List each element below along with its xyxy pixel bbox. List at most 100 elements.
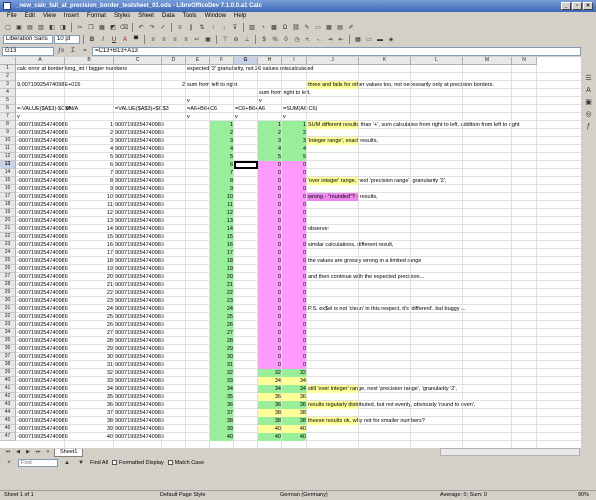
cell-a10[interactable]: -9007199254740986 [16, 137, 69, 145]
cell-h16[interactable]: 0 [258, 185, 282, 193]
cell-h27[interactable]: 0 [258, 273, 282, 281]
cell-c44[interactable]: 9007199254740986 [114, 409, 165, 417]
cell-a43[interactable]: -9007199254740986 [16, 401, 69, 409]
cell-a17[interactable]: -9007199254740986 [16, 193, 69, 201]
close-find-icon[interactable]: × [4, 458, 14, 467]
print-icon[interactable]: ◧ [47, 23, 57, 32]
find-input[interactable]: Find [18, 458, 58, 467]
cell-j8[interactable]: SUM different results than '+', sum calc… [307, 121, 520, 129]
cell-h39[interactable]: 32 [258, 369, 282, 377]
column-header-n[interactable]: N [512, 57, 537, 65]
row-header-24[interactable]: 24 [0, 249, 16, 257]
cut-icon[interactable]: ✂ [75, 23, 85, 32]
cell-f18[interactable]: 11 [210, 201, 234, 209]
navigator-icon[interactable]: ◎ [584, 110, 594, 120]
cell-i24[interactable]: 0 [282, 249, 307, 257]
column-header-l[interactable]: L [411, 57, 463, 65]
cell-a9[interactable]: -9007199254740986 [16, 129, 69, 137]
last-sheet-icon[interactable]: ⏭ [34, 449, 42, 456]
column-header-m[interactable]: M [463, 57, 512, 65]
column-header-f[interactable]: F [210, 57, 234, 65]
cell-i41[interactable]: 34 [282, 385, 307, 393]
cell-f25[interactable]: 18 [210, 257, 234, 265]
cell-c38[interactable]: 9007199254740986 [114, 361, 165, 369]
special-char-icon[interactable]: Ω [280, 23, 290, 32]
cell-a41[interactable]: -9007199254740986 [16, 385, 69, 393]
cell-i25[interactable]: 0 [282, 257, 307, 265]
cell-h45[interactable]: 38 [258, 417, 282, 425]
cell-i8[interactable]: 1 [282, 121, 307, 129]
cell-f8[interactable]: 1 [210, 121, 234, 129]
cell-a3[interactable]: 9,00719925474098E+015 [16, 81, 81, 89]
function-wizard-icon[interactable]: ƒx [56, 47, 66, 56]
cell-f30[interactable]: 23 [210, 297, 234, 305]
cell-h41[interactable]: 34 [258, 385, 282, 393]
cell-b21[interactable]: 14 [65, 225, 114, 233]
cell-h12[interactable]: 5 [258, 153, 282, 161]
cell-i11[interactable]: 4 [282, 145, 307, 153]
cell-h47[interactable]: 40 [258, 433, 282, 441]
cell-f15[interactable]: 8 [210, 177, 234, 185]
row-header-19[interactable]: 19 [0, 209, 16, 217]
cell-i9[interactable]: 2 [282, 129, 307, 137]
cell-f23[interactable]: 16 [210, 241, 234, 249]
cell-f20[interactable]: 13 [210, 217, 234, 225]
cell-b23[interactable]: 16 [65, 241, 114, 249]
spreadsheet-grid[interactable]: ABCDEFGHIJKLMN 1 calc error at border lon… [0, 57, 581, 448]
cell-c15[interactable]: 9007199254740986 [114, 177, 165, 185]
cell-f17[interactable]: 10 [210, 193, 234, 201]
cell-b34[interactable]: 27 [65, 329, 114, 337]
menu-data[interactable]: Data [159, 12, 178, 21]
borders-icon[interactable]: ▦ [353, 35, 363, 44]
cell-j23[interactable]: similar calculations, different result, [307, 241, 395, 249]
cell-a12[interactable]: -9007199254740986 [16, 153, 69, 161]
cell-h19[interactable]: 0 [258, 209, 282, 217]
cell-b9[interactable]: 2 [65, 129, 114, 137]
close-button[interactable]: × [583, 2, 593, 10]
cell-i12[interactable]: 5 [282, 153, 307, 161]
cell-a28[interactable]: -9007199254740986 [16, 281, 69, 289]
cell-i23[interactable]: 0 [282, 241, 307, 249]
cell-f44[interactable]: 37 [210, 409, 234, 417]
cell-c43[interactable]: 9007199254740986 [114, 401, 165, 409]
cell-b46[interactable]: 39 [65, 425, 114, 433]
cell-i33[interactable]: 0 [282, 321, 307, 329]
cell-f22[interactable]: 15 [210, 233, 234, 241]
menu-help[interactable]: Help [231, 12, 249, 21]
cell-b40[interactable]: 33 [65, 377, 114, 385]
justify-icon[interactable]: ≡ [181, 35, 191, 44]
cell-c40[interactable]: 9007199254740986 [114, 377, 165, 385]
cell-a11[interactable]: -9007199254740986 [16, 145, 69, 153]
zoom-level[interactable]: 90% [578, 491, 589, 500]
row-header-14[interactable]: 14 [0, 169, 16, 177]
cell-i44[interactable]: 38 [282, 409, 307, 417]
column-header-k[interactable]: K [359, 57, 411, 65]
cell-a30[interactable]: -9007199254740986 [16, 297, 69, 305]
cell-b11[interactable]: 4 [65, 145, 114, 153]
cell-f12[interactable]: 5 [210, 153, 234, 161]
highlight-icon[interactable]: ▀ [131, 35, 141, 44]
row-header-44[interactable]: 44 [0, 409, 16, 417]
cell-b6[interactable]: #N/A [65, 105, 79, 113]
row-header-13[interactable]: 13 [0, 161, 16, 169]
border-style-icon[interactable]: ▭ [364, 35, 374, 44]
cell-i35[interactable]: 0 [282, 337, 307, 345]
cell-i29[interactable]: 0 [282, 289, 307, 297]
cell-e1[interactable]: expected '2' granularity, not 26 values … [186, 65, 314, 73]
cell-c30[interactable]: 9007199254740986 [114, 297, 165, 305]
cell-i43[interactable]: 36 [282, 401, 307, 409]
underline-icon[interactable]: U [109, 35, 119, 44]
cell-a21[interactable]: -9007199254740986 [16, 225, 69, 233]
font-name-box[interactable]: Liberation Sans [3, 35, 53, 44]
cell-b26[interactable]: 19 [65, 265, 114, 273]
cell-a36[interactable]: -9007199254740986 [16, 345, 69, 353]
row-header-26[interactable]: 26 [0, 265, 16, 273]
cell-b36[interactable]: 29 [65, 345, 114, 353]
cell-f31[interactable]: 24 [210, 305, 234, 313]
cell-a44[interactable]: -9007199254740986 [16, 409, 69, 417]
cell-i22[interactable]: 0 [282, 233, 307, 241]
cell-b10[interactable]: 3 [65, 137, 114, 145]
cell-f13[interactable]: 6 [210, 161, 234, 169]
cell-b41[interactable]: 34 [65, 385, 114, 393]
align-center-icon[interactable]: ≡ [159, 35, 169, 44]
